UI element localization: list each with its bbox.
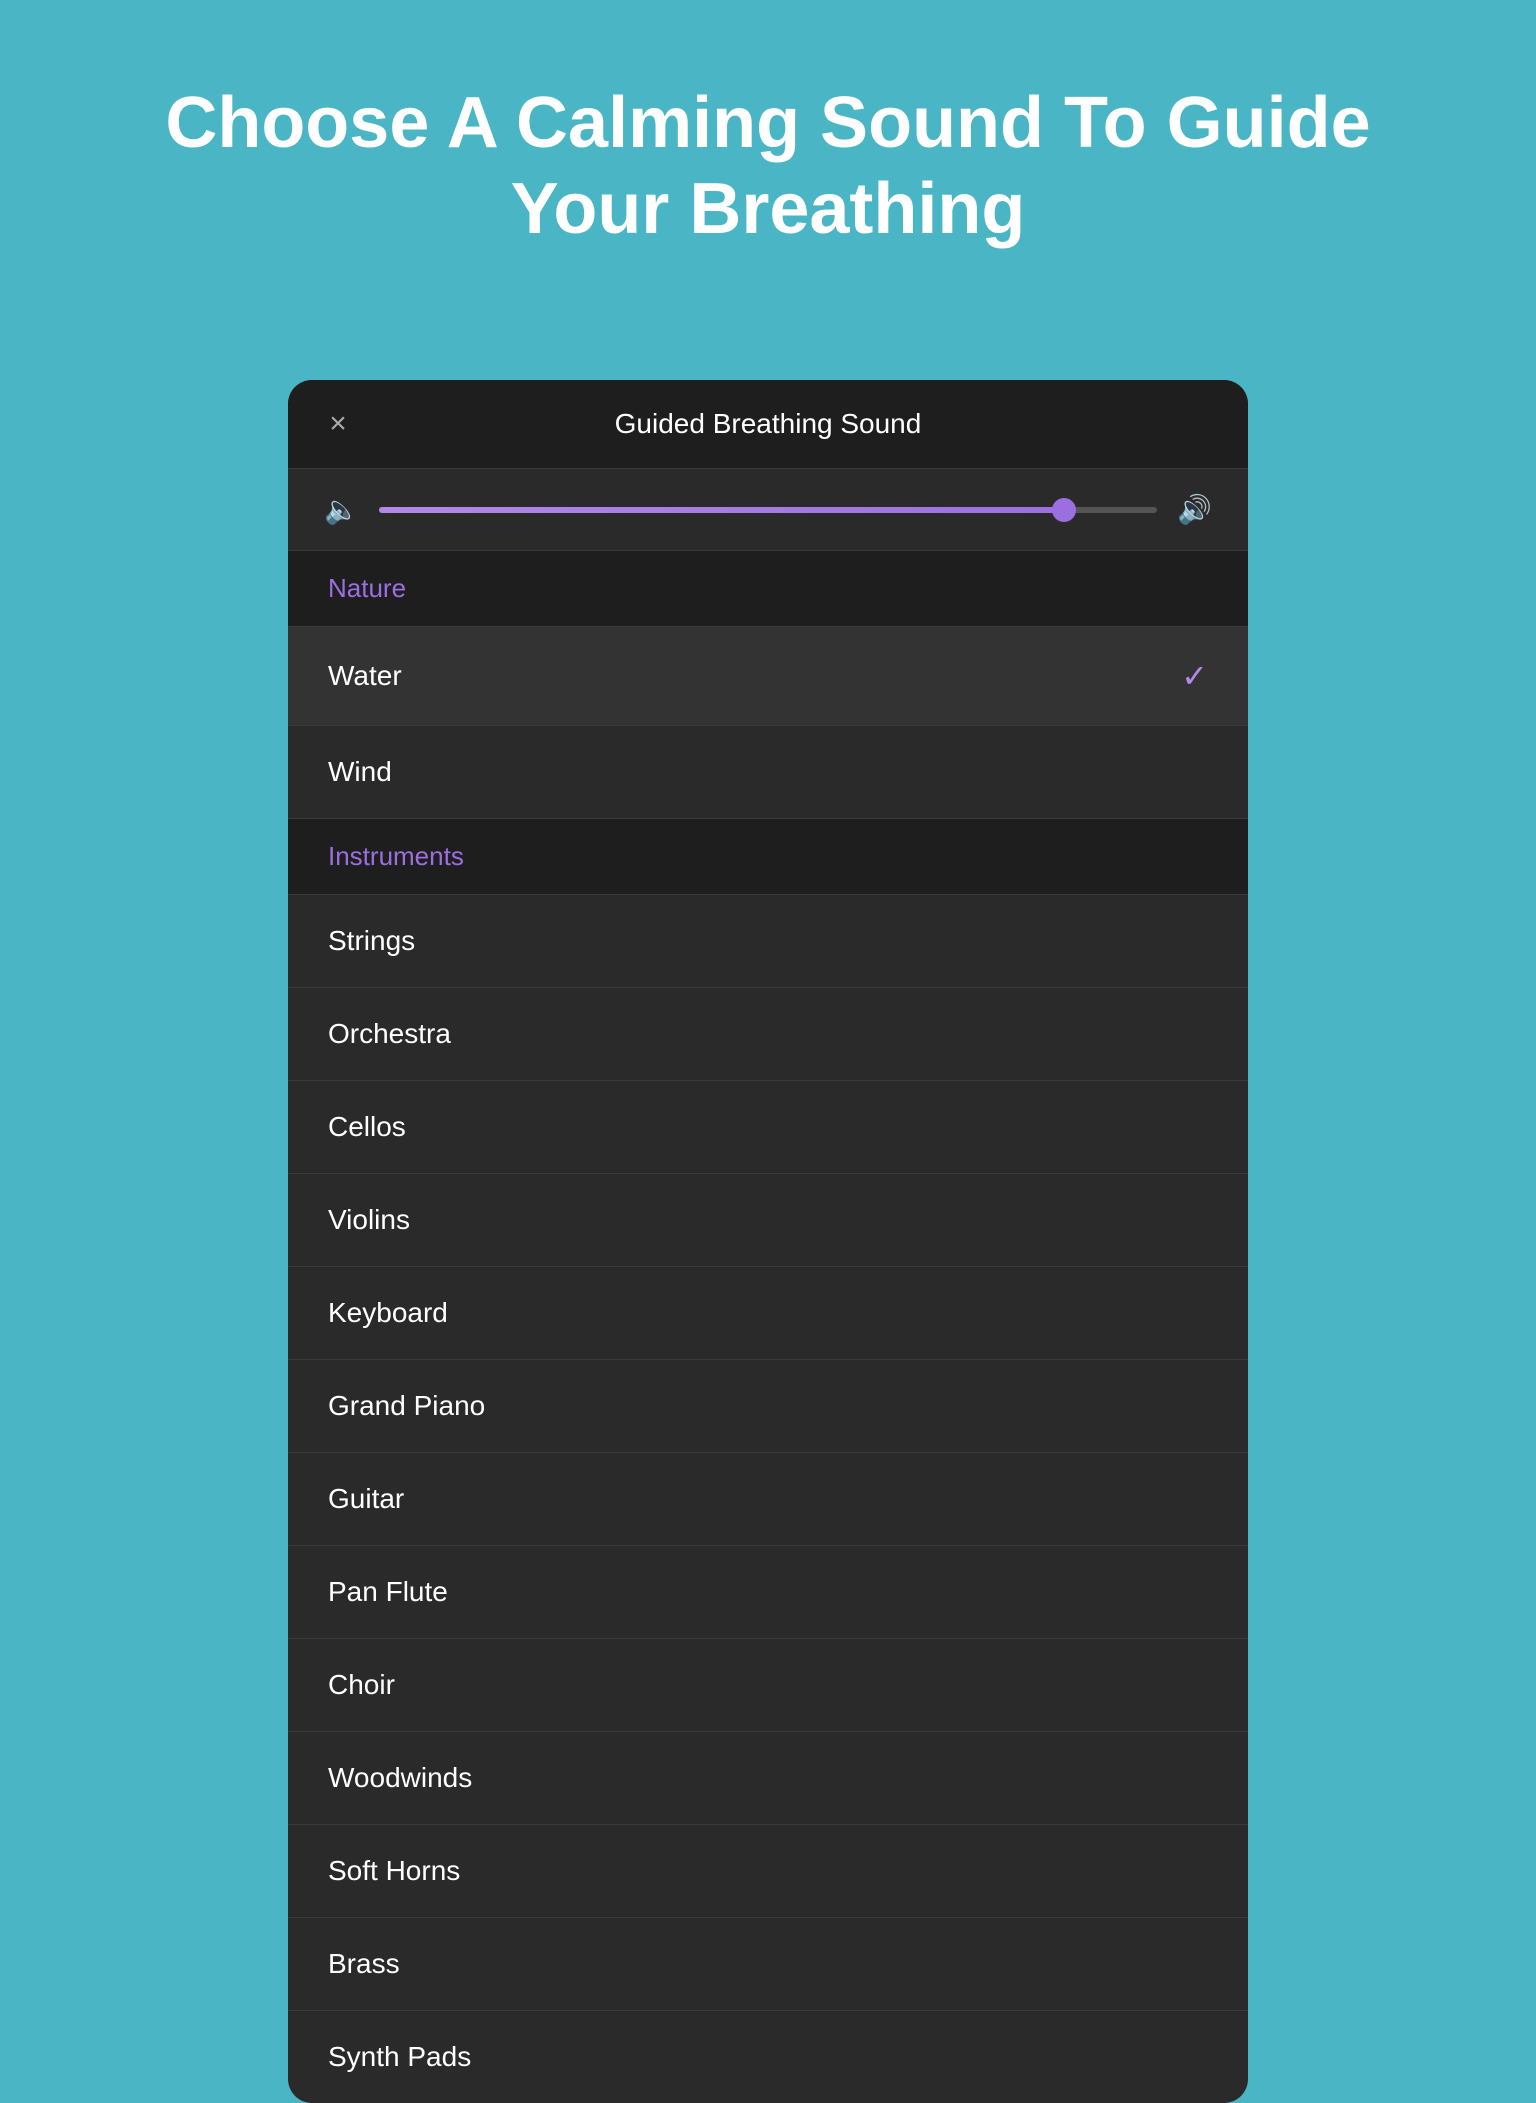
- sound-item-grand-piano[interactable]: Grand Piano: [288, 1360, 1248, 1453]
- sound-label-wind: Wind: [328, 756, 392, 788]
- sound-item-synth-pads[interactable]: Synth Pads: [288, 2011, 1248, 2103]
- sound-label-woodwinds: Woodwinds: [328, 1762, 472, 1794]
- volume-min-icon: 🔈: [324, 493, 359, 526]
- sound-label-strings: Strings: [328, 925, 415, 957]
- sound-item-cellos[interactable]: Cellos: [288, 1081, 1248, 1174]
- sound-item-choir[interactable]: Choir: [288, 1639, 1248, 1732]
- sound-label-orchestra: Orchestra: [328, 1018, 451, 1050]
- sound-list: Nature Water ✓ Wind Instruments Strings Orches…: [288, 551, 1248, 2103]
- sound-label-violins: Violins: [328, 1204, 410, 1236]
- sound-item-nature: Nature: [288, 551, 1248, 627]
- volume-fill: [379, 507, 1064, 513]
- sound-label-water: Water: [328, 660, 402, 692]
- checkmark-icon: ✓: [1181, 657, 1208, 695]
- sound-label-instruments: Instruments: [328, 841, 464, 872]
- volume-thumb: [1052, 498, 1076, 522]
- modal-title: Guided Breathing Sound: [615, 408, 922, 440]
- sound-label-cellos: Cellos: [328, 1111, 406, 1143]
- sound-item-strings[interactable]: Strings: [288, 895, 1248, 988]
- sound-item-guitar[interactable]: Guitar: [288, 1453, 1248, 1546]
- sound-label-nature: Nature: [328, 573, 406, 604]
- sound-label-grand-piano: Grand Piano: [328, 1390, 485, 1422]
- volume-track: [379, 507, 1157, 513]
- sound-item-instruments: Instruments: [288, 819, 1248, 895]
- sound-item-orchestra[interactable]: Orchestra: [288, 988, 1248, 1081]
- sound-item-woodwinds[interactable]: Woodwinds: [288, 1732, 1248, 1825]
- sound-label-choir: Choir: [328, 1669, 395, 1701]
- sound-label-guitar: Guitar: [328, 1483, 404, 1515]
- sound-item-violins[interactable]: Violins: [288, 1174, 1248, 1267]
- modal-header: × Guided Breathing Sound: [288, 380, 1248, 469]
- sound-item-keyboard[interactable]: Keyboard: [288, 1267, 1248, 1360]
- sound-item-brass[interactable]: Brass: [288, 1918, 1248, 2011]
- sound-item-pan-flute[interactable]: Pan Flute: [288, 1546, 1248, 1639]
- sound-item-soft-horns[interactable]: Soft Horns: [288, 1825, 1248, 1918]
- volume-control: 🔈 🔊: [288, 469, 1248, 551]
- close-button[interactable]: ×: [318, 404, 358, 444]
- sound-label-keyboard: Keyboard: [328, 1297, 448, 1329]
- sound-item-water[interactable]: Water ✓: [288, 627, 1248, 726]
- volume-max-icon: 🔊: [1177, 493, 1212, 526]
- sound-label-soft-horns: Soft Horns: [328, 1855, 460, 1887]
- page-title: Choose A Calming Sound To Guide Your Bre…: [0, 0, 1536, 313]
- sound-label-synth-pads: Synth Pads: [328, 2041, 471, 2073]
- sound-label-pan-flute: Pan Flute: [328, 1576, 448, 1608]
- sound-selection-modal: × Guided Breathing Sound 🔈 🔊 Nature Water…: [288, 380, 1248, 2103]
- sound-item-wind[interactable]: Wind: [288, 726, 1248, 819]
- sound-label-brass: Brass: [328, 1948, 400, 1980]
